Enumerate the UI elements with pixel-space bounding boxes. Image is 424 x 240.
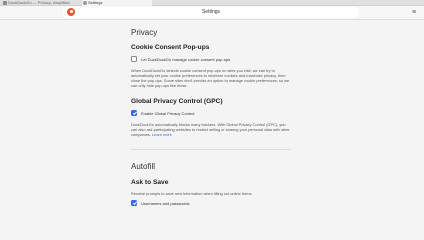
- duckduckgo-logo-icon: [67, 8, 75, 16]
- settings-content: Privacy Cookie Consent Pop-ups Let DuckD…: [0, 20, 424, 225]
- gpc-checkbox[interactable]: [131, 110, 137, 116]
- usernames-passwords-checkbox-label: Usernames and passwords: [141, 200, 190, 206]
- address-text: Settings: [201, 8, 221, 15]
- cookie-consent-heading: Cookie Consent Pop-ups: [131, 44, 210, 51]
- gpc-description: DuckDuckGo automatically blocks many tra…: [131, 122, 291, 137]
- duckduckgo-tab-icon: [3, 1, 7, 5]
- ask-to-save-description: Receive prompts to save new information …: [131, 191, 253, 196]
- cookie-consent-checkbox-label: Let DuckDuckGo manage cookie consent pop…: [141, 56, 231, 62]
- gpc-checkbox-label: Enable Global Privacy Control: [141, 110, 195, 116]
- address-bar[interactable]: Settings: [63, 7, 359, 18]
- gpc-heading: Global Privacy Control (GPC): [131, 98, 223, 105]
- learn-more-link[interactable]: Learn more: [152, 132, 172, 137]
- section-divider: [131, 149, 291, 150]
- autofill-section-title: Autofill: [131, 162, 156, 171]
- tab-label: Settings: [88, 0, 103, 5]
- browser-toolbar: Settings ≡: [0, 6, 424, 20]
- menu-icon[interactable]: ≡: [409, 8, 419, 17]
- cookie-consent-checkbox[interactable]: [131, 56, 137, 62]
- cookie-consent-description: When DuckDuckGo detects cookie consent p…: [131, 68, 290, 89]
- privacy-section-title: Privacy: [131, 28, 158, 37]
- usernames-passwords-checkbox[interactable]: [131, 200, 137, 206]
- gear-icon: [83, 1, 87, 5]
- ask-to-save-heading: Ask to Save: [131, 179, 169, 186]
- tab-label: DuckDuckGo — Privacy, simplified.: [8, 0, 71, 5]
